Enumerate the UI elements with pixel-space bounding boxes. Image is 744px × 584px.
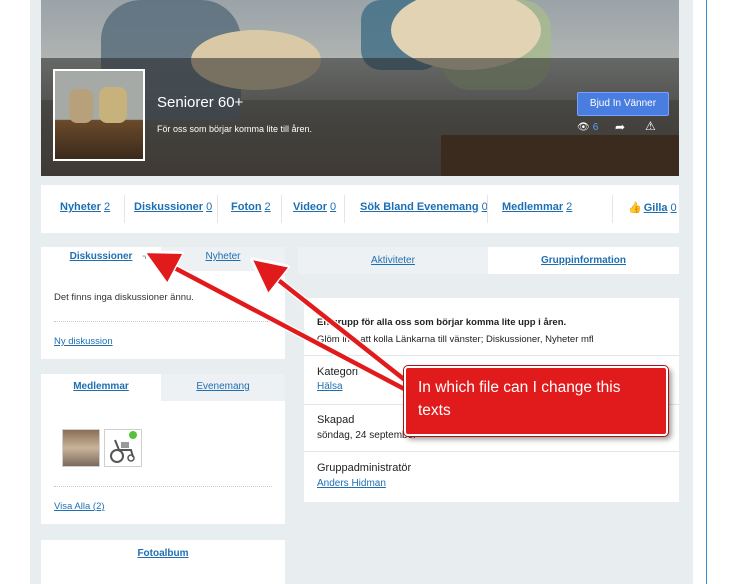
screenshot-stage: Seniorer 60+ För oss som börjar komma li… — [0, 0, 744, 584]
annotation-callout: In which file can I change this texts — [404, 366, 668, 436]
annotation-arrow — [152, 256, 412, 394]
annotation-arrows — [0, 0, 413, 396]
